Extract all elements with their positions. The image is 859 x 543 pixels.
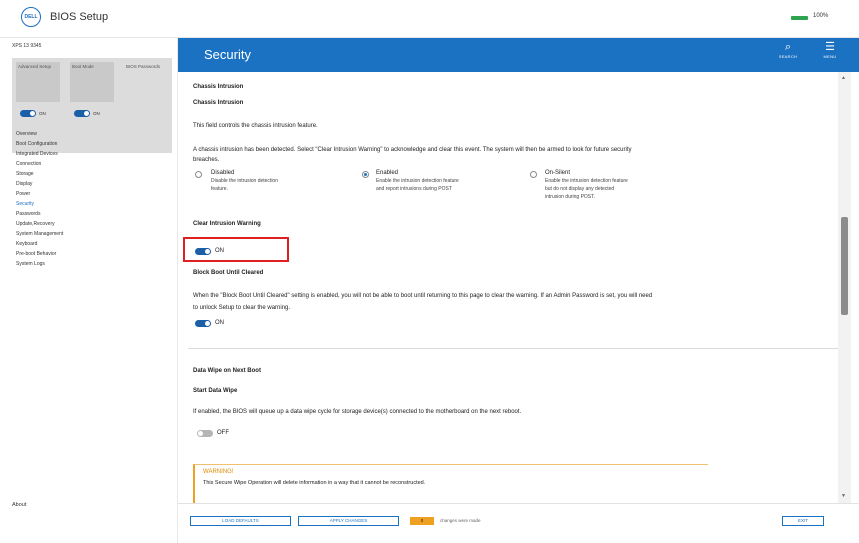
load-defaults-button[interactable]: LOAD DEFAULTS	[190, 516, 291, 526]
sidebar-item-security[interactable]: Security	[14, 199, 174, 209]
warning-box: WARNING! This Secure Wipe Operation will…	[193, 464, 708, 503]
setting-title-block-boot: Block Boot Until Cleared	[193, 270, 264, 276]
data-wipe-description: If enabled, the BIOS will queue up a dat…	[193, 409, 522, 415]
dell-logo: DELL	[21, 7, 41, 27]
quick-tile-bios-passwords[interactable]: BIOS Passwords	[124, 62, 168, 102]
warning-title: WARNING!	[203, 469, 234, 475]
sidebar-nav: Overview Boot Configuration Integrated D…	[14, 129, 174, 269]
battery-percentage: 100%	[813, 13, 829, 19]
search-button-label: SEARCH	[778, 54, 798, 59]
radio-enabled-desc2: and report intrusions during POST	[376, 186, 452, 192]
clear-intrusion-warning-state: ON	[215, 248, 224, 254]
changes-status-text: changes were made	[440, 518, 481, 523]
warning-text: This Secure Wipe Operation will delete i…	[203, 480, 426, 486]
sidebar-item-overview[interactable]: Overview	[14, 129, 174, 139]
radio-on-silent-desc3: intrusion during POST.	[545, 194, 596, 200]
block-boot-desc-line2: to unlock Setup to clear the warning.	[193, 305, 291, 311]
block-boot-toggle[interactable]	[195, 320, 211, 327]
content-scrollbar[interactable]: ▲ ▼	[838, 72, 851, 503]
section-title-chassis-intrusion: Chassis Intrusion	[193, 84, 244, 90]
setting-title-clear-intrusion-warning: Clear Intrusion Warning	[193, 221, 261, 227]
quick-tile-advanced-setup[interactable]: Advanced Setup	[16, 62, 60, 102]
apply-changes-button[interactable]: APPLY CHANGES	[298, 516, 399, 526]
bios-setup-window: DELL BIOS Setup 100% XPS 13 9345 Advance…	[0, 0, 859, 543]
title-bar: DELL BIOS Setup 100%	[0, 0, 859, 38]
radio-enabled[interactable]	[362, 171, 369, 178]
start-data-wipe-toggle[interactable]	[197, 430, 213, 437]
changes-count: 0	[420, 518, 424, 523]
sidebar-item-pre-boot-behavior[interactable]: Pre-boot Behavior	[14, 249, 174, 259]
radio-disabled-desc1: Disable the intrusion detection	[211, 178, 278, 184]
radio-on-silent-desc1: Enable the intrusion detection feature	[545, 178, 628, 184]
sidebar-item-connection[interactable]: Connection	[14, 159, 174, 169]
radio-disabled-label: Disabled	[211, 170, 235, 176]
sidebar-item-system-logs[interactable]: System Logs	[14, 259, 174, 269]
changes-count-badge: 0	[410, 517, 434, 525]
menu-button-label: MENU	[823, 54, 837, 59]
radio-disabled-desc2: feature.	[211, 186, 228, 192]
chassis-intrusion-alert-line2: breaches.	[193, 157, 220, 163]
clear-intrusion-warning-toggle[interactable]	[195, 248, 211, 255]
footer-bar: LOAD DEFAULTS APPLY CHANGES 0 changes we…	[178, 503, 859, 543]
radio-enabled-label: Enabled	[376, 170, 399, 176]
search-icon: ⌕	[784, 41, 792, 53]
app-title: BIOS Setup	[50, 11, 109, 23]
radio-on-silent[interactable]	[530, 171, 537, 178]
sidebar-item-power[interactable]: Power	[14, 189, 174, 199]
page-header: Security ⌕ SEARCH ☰ MENU	[178, 38, 859, 72]
radio-enabled-desc1: Enable the intrusion detection feature	[376, 178, 459, 184]
settings-content: Chassis Intrusion Chassis Intrusion This…	[178, 72, 838, 503]
sidebar-item-integrated-devices[interactable]: Integrated Devices	[14, 149, 174, 159]
menu-icon: ☰	[825, 41, 835, 53]
chassis-intrusion-description: This field controls the chassis intrusio…	[193, 123, 318, 129]
advanced-setup-toggle[interactable]	[20, 110, 36, 117]
start-data-wipe-state: OFF	[217, 430, 229, 436]
sidebar-item-display[interactable]: Display	[14, 179, 174, 189]
sidebar-item-keyboard[interactable]: Keyboard	[14, 239, 174, 249]
sidebar-item-passwords[interactable]: Passwords	[14, 209, 174, 219]
page-title: Security	[204, 47, 251, 62]
battery-icon	[791, 16, 808, 20]
sidebar-item-storage[interactable]: Storage	[14, 169, 174, 179]
advanced-setup-toggle-label: ON	[39, 111, 46, 116]
system-model: XPS 13 9345	[12, 43, 42, 49]
quick-tile-boot-mode[interactable]: Boot Mode	[70, 62, 114, 102]
sidebar-item-boot-configuration[interactable]: Boot Configuration	[14, 139, 174, 149]
radio-on-silent-label: On-Silent	[545, 170, 571, 176]
block-boot-state: ON	[215, 320, 224, 326]
scrollbar-thumb[interactable]	[841, 217, 848, 315]
sidebar: XPS 13 9345 Advanced Setup Boot Mode BIO…	[0, 38, 178, 543]
sidebar-about-link[interactable]: About	[12, 502, 26, 508]
radio-disabled[interactable]	[195, 171, 202, 178]
boot-mode-toggle-label: ON	[93, 111, 100, 116]
sidebar-item-system-management[interactable]: System Management	[14, 229, 174, 239]
setting-title-start-data-wipe: Start Data Wipe	[193, 388, 238, 394]
boot-mode-toggle[interactable]	[74, 110, 90, 117]
dell-logo-text: DELL	[24, 14, 38, 20]
sidebar-item-update-recovery[interactable]: Update,Recovery	[14, 219, 174, 229]
chassis-intrusion-alert-line1: A chassis intrusion has been detected. S…	[193, 147, 632, 153]
radio-on-silent-desc2: but do not display any detected	[545, 186, 615, 192]
scroll-down-arrow-icon[interactable]: ▼	[841, 493, 846, 499]
scroll-up-arrow-icon[interactable]: ▲	[841, 75, 846, 81]
menu-button[interactable]: ☰ MENU	[810, 41, 850, 69]
block-boot-desc-line1: When the "Block Boot Until Cleared" sett…	[193, 293, 653, 299]
search-button[interactable]: ⌕ SEARCH	[768, 41, 808, 69]
exit-button[interactable]: EXIT	[782, 516, 824, 526]
section-title-data-wipe: Data Wipe on Next Boot	[193, 368, 261, 374]
section-divider	[188, 348, 838, 349]
setting-title-chassis-intrusion: Chassis Intrusion	[193, 100, 244, 106]
